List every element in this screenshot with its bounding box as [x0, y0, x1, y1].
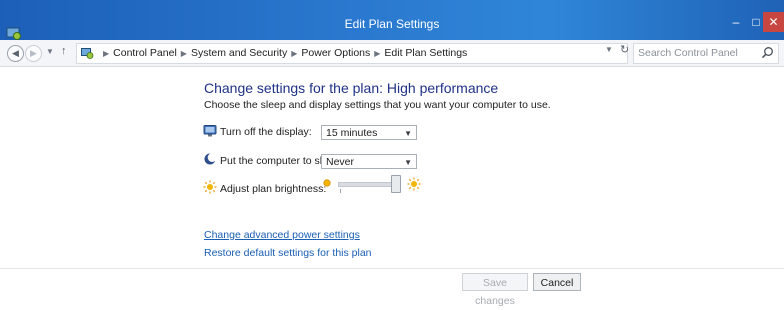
chevron-down-icon: ▼ [404, 158, 412, 167]
minimize-button[interactable]: – [725, 12, 747, 32]
bright-sun-icon [407, 177, 421, 191]
close-button[interactable]: ✕ [763, 12, 784, 32]
cancel-button[interactable]: Cancel [533, 273, 581, 291]
breadcrumb-item-system-and-security[interactable]: System and Security [191, 47, 287, 59]
search-input[interactable] [638, 45, 758, 61]
chevron-down-icon: ▼ [404, 129, 412, 138]
search-box[interactable] [633, 43, 779, 64]
breadcrumb-separator-icon[interactable]: ▶ [291, 49, 297, 58]
breadcrumb-item-edit-plan-settings[interactable]: Edit Plan Settings [384, 47, 467, 59]
control-panel-icon [81, 48, 94, 59]
brightness-label: Adjust plan brightness: [220, 183, 327, 195]
breadcrumb-item-control-panel[interactable]: Control Panel [113, 47, 177, 59]
back-button[interactable]: ◀ [7, 45, 24, 62]
breadcrumb-separator-icon: ▶ [103, 49, 110, 58]
brightness-slider-tick [340, 189, 341, 193]
display-timeout-label: Turn off the display: [220, 126, 312, 138]
page-title: Change settings for the plan: High perfo… [204, 80, 499, 96]
save-changes-button[interactable]: Save changes [462, 273, 528, 307]
change-advanced-settings-link[interactable]: Change advanced power settings [204, 229, 360, 241]
sun-icon [203, 180, 217, 194]
display-timeout-value: 15 minutes [326, 127, 378, 139]
monitor-icon [203, 125, 217, 137]
breadcrumb-item-power-options[interactable]: Power Options [301, 47, 370, 59]
recent-locations-chevron-icon[interactable]: ▼ [46, 47, 54, 56]
refresh-icon[interactable]: ↻ [620, 43, 629, 56]
footer-divider [0, 268, 784, 269]
brightness-slider-thumb[interactable] [391, 175, 401, 193]
breadcrumb-path: ▶ Control Panel ▶ System and Security ▶ Power… [99, 47, 467, 59]
page-subtitle: Choose the sleep and display settings th… [204, 99, 551, 111]
breadcrumb-separator-icon[interactable]: ▶ [374, 49, 380, 58]
sleep-timeout-value: Never [326, 156, 355, 168]
breadcrumb-separator-icon[interactable]: ▶ [181, 49, 187, 58]
dim-sun-icon [323, 179, 331, 187]
restore-defaults-link[interactable]: Restore default settings for this plan [204, 247, 372, 259]
sleep-timeout-select[interactable]: Never ▼ [321, 154, 417, 169]
window-title: Edit Plan Settings [344, 17, 440, 31]
forward-button[interactable]: ▶ [25, 45, 42, 62]
moon-icon [204, 153, 217, 165]
address-dropdown-chevron-icon[interactable]: ▼ [605, 45, 613, 54]
breadcrumb[interactable]: ▶ Control Panel ▶ System and Security ▶ Power… [76, 43, 628, 64]
search-icon[interactable] [761, 46, 774, 59]
up-arrow-icon[interactable]: ↑ [61, 45, 67, 57]
address-bar: ◀ ▶ ▼ ↑ ▶ Control Panel ▶ System and Securi… [0, 40, 784, 67]
display-timeout-select[interactable]: 15 minutes ▼ [321, 125, 417, 140]
